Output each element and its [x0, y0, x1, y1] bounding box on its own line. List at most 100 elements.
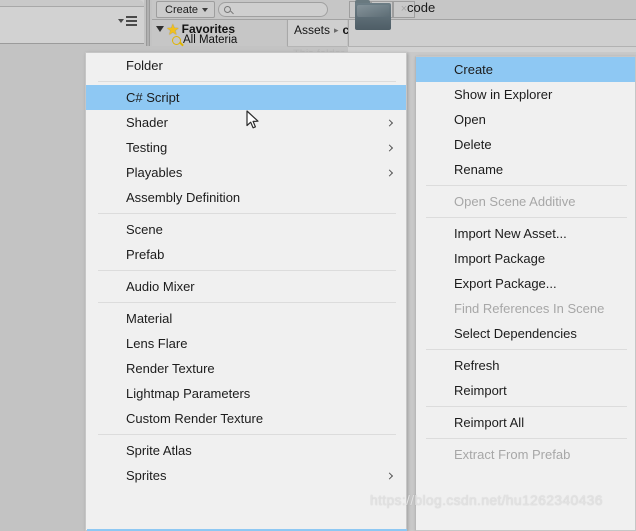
- create-menu-item-assembly-definition-label: Assembly Definition: [126, 190, 241, 205]
- context-menu-item-import-package-label: Import Package: [454, 251, 546, 266]
- context-menu-item-open-scene-additive: Open Scene Additive: [416, 189, 635, 214]
- create-menu-item-lens-flare[interactable]: Lens Flare: [86, 331, 406, 356]
- context-menu-item-create[interactable]: Create: [416, 57, 635, 82]
- context-menu-item-reimport-label: Reimport: [454, 383, 507, 398]
- context-menu-item-import-new-asset-label: Import New Asset...: [454, 226, 567, 241]
- chevron-right-icon: [385, 143, 394, 152]
- create-menu-item-lightmap-parameters-label: Lightmap Parameters: [126, 386, 251, 401]
- create-menu-item-sprite-atlas-label: Sprite Atlas: [126, 443, 192, 458]
- create-menu-item-sprites-label: Sprites: [126, 468, 167, 483]
- context-menu-item-separator: [426, 406, 627, 407]
- tree-item-all-materials[interactable]: All Materia: [172, 34, 237, 46]
- context-menu-item-extract-from-prefab-label: Extract From Prefab: [454, 447, 571, 462]
- mouse-cursor: [246, 110, 260, 130]
- create-menu-item-separator: [98, 270, 396, 271]
- create-menu-item-custom-render-texture[interactable]: Custom Render Texture: [86, 406, 406, 431]
- hamburger-icon: [126, 16, 137, 26]
- panel-options-icon[interactable]: [118, 16, 137, 26]
- create-menu-item-separator: [98, 302, 396, 303]
- context-menu-item-export-package[interactable]: Export Package...: [416, 271, 635, 296]
- create-menu-item-testing-label: Testing: [126, 140, 168, 155]
- search-icon: [172, 35, 181, 45]
- create-menu-item-scene[interactable]: Scene: [86, 217, 406, 242]
- chevron-right-icon: [385, 471, 394, 480]
- context-menu-item-rename-label: Rename: [454, 162, 504, 177]
- context-menu-item-reimport-all-label: Reimport All: [454, 415, 525, 430]
- context-menu-item-create-label: Create: [454, 62, 494, 77]
- left-panel-tab: [0, 0, 144, 7]
- create-menu-item-render-texture-label: Render Texture: [126, 361, 215, 376]
- create-menu-item-material-label: Material: [126, 311, 173, 326]
- context-menu-item-open[interactable]: Open: [416, 107, 635, 132]
- context-menu-item-delete-label: Delete: [454, 137, 492, 152]
- context-menu-item-separator: [426, 217, 627, 218]
- chevron-down-icon: [156, 26, 164, 32]
- context-menu-item-select-dependencies-label: Select Dependencies: [454, 326, 577, 341]
- chevron-right-icon: [385, 118, 394, 127]
- context-menu-item-show-in-explorer[interactable]: Show in Explorer: [416, 82, 635, 107]
- create-menu-item-scene-label: Scene: [126, 222, 163, 237]
- context-menu-item-select-dependencies[interactable]: Select Dependencies: [416, 321, 635, 346]
- create-menu-item-separator: [98, 81, 396, 82]
- create-menu-item-material[interactable]: Material: [86, 306, 406, 331]
- create-menu-item-separator: [98, 213, 396, 214]
- create-menu-item-c-script[interactable]: C# Script: [86, 85, 406, 110]
- context-menu-item-separator: [426, 349, 627, 350]
- project-tree-column: ★ Favorites All Materia: [152, 20, 286, 46]
- breadcrumb-column: Assets ▸ code: [287, 20, 371, 46]
- context-menu-item-refresh-label: Refresh: [454, 358, 500, 373]
- create-menu-item-c-script-label: C# Script: [126, 90, 180, 105]
- create-menu-item-sprite-atlas[interactable]: Sprite Atlas: [86, 438, 406, 463]
- create-menu-item-playables-label: Playables: [126, 165, 183, 180]
- tree-item-all-materials-label: All Materia: [183, 34, 238, 46]
- context-menu-item-import-new-asset[interactable]: Import New Asset...: [416, 221, 635, 246]
- context-menu-item-import-package[interactable]: Import Package: [416, 246, 635, 271]
- create-menu-item-sprites[interactable]: Sprites: [86, 463, 406, 488]
- create-menu-item-shader-label: Shader: [126, 115, 168, 130]
- chevron-down-icon: [202, 7, 209, 12]
- folder-icon[interactable]: [355, 0, 391, 30]
- context-menu-item-delete[interactable]: Delete: [416, 132, 635, 157]
- create-menu-item-lens-flare-label: Lens Flare: [126, 336, 188, 351]
- project-search-input[interactable]: [218, 2, 328, 17]
- create-menu-item-render-texture[interactable]: Render Texture: [86, 356, 406, 381]
- context-menu-item-rename[interactable]: Rename: [416, 157, 635, 182]
- chevron-right-icon: [385, 168, 394, 177]
- context-menu-item-export-package-label: Export Package...: [454, 276, 557, 291]
- asset-label: code: [407, 0, 436, 15]
- context-menu-item-reimport[interactable]: Reimport: [416, 378, 635, 403]
- create-menu-item-playables[interactable]: Playables: [86, 160, 406, 185]
- chevron-down-icon: [118, 19, 124, 23]
- context-menu-item-open-scene-additive-label: Open Scene Additive: [454, 194, 576, 209]
- context-menu-item-refresh[interactable]: Refresh: [416, 353, 635, 378]
- create-dropdown-button[interactable]: Create: [156, 1, 216, 18]
- create-menu-item-folder[interactable]: Folder: [86, 53, 406, 78]
- create-menu-item-separator: [98, 434, 396, 435]
- create-menu-item-prefab-label: Prefab: [126, 247, 165, 262]
- create-dropdown-label: Create: [165, 3, 199, 16]
- create-menu-item-folder-label: Folder: [126, 58, 163, 73]
- create-menu-item-audio-mixer-label: Audio Mixer: [126, 279, 195, 294]
- panel-divider[interactable]: [146, 0, 150, 46]
- asset-grid-area: code: [348, 0, 636, 46]
- context-menu-item-separator: [426, 185, 627, 186]
- search-icon: [224, 6, 231, 13]
- create-menu-item-custom-render-texture-label: Custom Render Texture: [126, 411, 264, 426]
- asset-context-menu[interactable]: Create Show in Explorer Open Delete Rename Op…: [415, 56, 636, 531]
- breadcrumb-root[interactable]: Assets: [294, 23, 330, 37]
- context-menu-item-extract-from-prefab: Extract From Prefab: [416, 442, 635, 467]
- context-menu-item-show-in-explorer-label: Show in Explorer: [454, 87, 553, 102]
- chevron-right-icon: ▸: [334, 24, 339, 35]
- context-menu-item-separator: [426, 438, 627, 439]
- context-menu-item-find-references-in-scene-label: Find References In Scene: [454, 301, 605, 316]
- project-toolbar: Create ×: [152, 0, 636, 20]
- context-menu-item-find-references-in-scene: Find References In Scene: [416, 296, 635, 321]
- left-panel-strip: [0, 0, 144, 44]
- create-menu-item-assembly-definition[interactable]: Assembly Definition: [86, 185, 406, 210]
- create-menu-item-testing[interactable]: Testing: [86, 135, 406, 160]
- breadcrumb-underline: [287, 46, 347, 47]
- context-menu-item-reimport-all[interactable]: Reimport All: [416, 410, 635, 435]
- create-menu-item-lightmap-parameters[interactable]: Lightmap Parameters: [86, 381, 406, 406]
- create-menu-item-audio-mixer[interactable]: Audio Mixer: [86, 274, 406, 299]
- create-menu-item-prefab[interactable]: Prefab: [86, 242, 406, 267]
